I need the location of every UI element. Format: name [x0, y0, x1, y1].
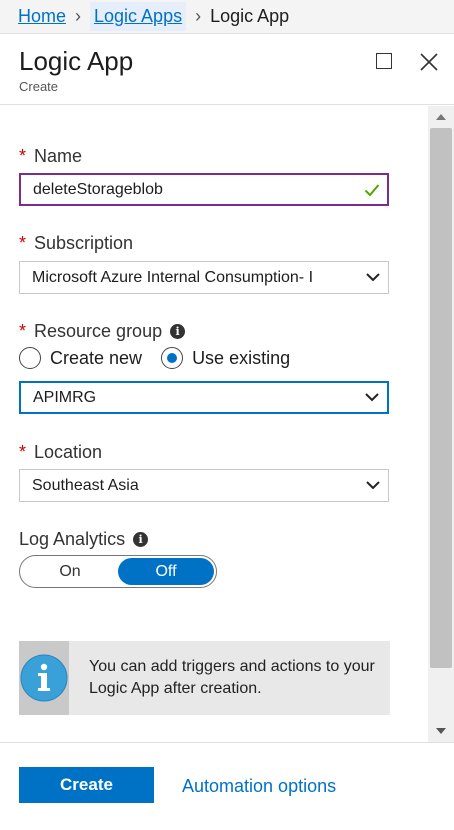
blade-header: Logic App Create	[0, 35, 454, 105]
breadcrumb-current: Logic App	[210, 6, 290, 26]
info-message-text: You can add triggers and actions to your…	[89, 658, 375, 697]
radio-selected-dot	[167, 353, 178, 363]
location-label: * Location	[19, 442, 103, 462]
chevron-right-icon: ›	[195, 6, 202, 26]
form-content: * Name deleteStorageblob * Subscription …	[0, 106, 428, 742]
required-asterisk: *	[19, 233, 27, 253]
info-circle-icon	[20, 654, 68, 702]
use-existing-label[interactable]: Use existing	[192, 348, 290, 369]
breadcrumb-home-link[interactable]: Home	[18, 6, 66, 27]
subscription-dropdown[interactable]: Microsoft Azure Internal Consumption- I	[19, 261, 389, 294]
required-asterisk: *	[19, 321, 27, 341]
create-button[interactable]: Create	[19, 767, 154, 803]
automation-options-link[interactable]: Automation options	[182, 776, 336, 797]
name-input-value: deleteStorageblob	[33, 180, 163, 198]
location-dropdown[interactable]: Southeast Asia	[19, 469, 389, 502]
info-icon[interactable]: i	[133, 532, 149, 547]
maximize-icon[interactable]	[376, 53, 392, 69]
blade-footer: Create Automation options	[0, 742, 454, 830]
chevron-down-icon	[357, 393, 387, 402]
log-analytics-label: Log Analytics i	[19, 529, 149, 550]
scroll-up-arrow-icon[interactable]	[428, 106, 454, 128]
toggle-on-option[interactable]: On	[22, 558, 118, 585]
blade-subtitle: Create	[19, 79, 59, 94]
info-message-box: You can add triggers and actions to your…	[19, 641, 390, 715]
info-icon[interactable]: i	[170, 324, 186, 339]
use-existing-radio[interactable]	[161, 347, 184, 369]
breadcrumb: Home › Logic Apps › Logic App	[0, 0, 454, 34]
scrollbar-thumb[interactable]	[430, 128, 452, 668]
checkmark-icon	[357, 183, 387, 197]
resource-group-radio-group: Create new Use existing	[19, 347, 290, 369]
required-asterisk: *	[19, 146, 27, 166]
resource-group-dropdown[interactable]: APIMRG	[19, 381, 389, 414]
scroll-down-arrow-icon[interactable]	[428, 720, 454, 742]
resource-group-value: APIMRG	[33, 388, 97, 406]
chevron-down-icon	[358, 273, 388, 282]
subscription-label: * Subscription	[19, 233, 134, 253]
chevron-right-icon: ›	[75, 6, 82, 26]
log-analytics-toggle[interactable]: On Off	[19, 555, 217, 588]
info-icon-tile	[19, 641, 69, 715]
vertical-scrollbar[interactable]	[428, 106, 454, 742]
create-new-label[interactable]: Create new	[50, 348, 142, 369]
required-asterisk: *	[19, 442, 27, 462]
create-new-radio[interactable]	[19, 347, 41, 369]
name-input[interactable]: deleteStorageblob	[19, 173, 389, 206]
blade-title: Logic App	[19, 46, 134, 76]
breadcrumb-logic-apps-link[interactable]: Logic Apps	[90, 2, 187, 31]
toggle-off-option[interactable]: Off	[118, 558, 214, 585]
subscription-value: Microsoft Azure Internal Consumption- I	[32, 268, 314, 286]
location-value: Southeast Asia	[32, 476, 139, 494]
name-label: * Name	[19, 146, 83, 166]
close-icon[interactable]	[418, 51, 440, 73]
resource-group-label: * Resource group i	[19, 321, 186, 342]
chevron-down-icon	[358, 481, 388, 490]
